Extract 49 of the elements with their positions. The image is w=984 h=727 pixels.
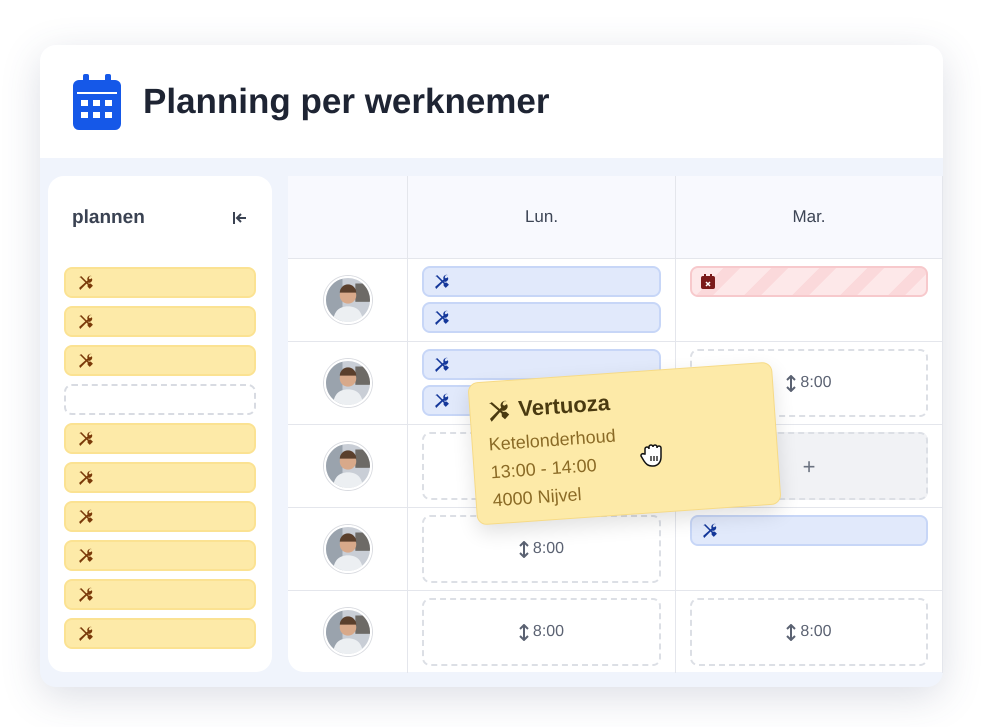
tools-icon [433,392,450,409]
column-header: Mar. [676,176,943,258]
tools-icon [433,309,450,326]
job-card-tooltip[interactable]: Vertuoza Ketelonderhoud 13:00 - 14:00 4000 Nijvel [467,362,782,526]
resize-icon [786,624,796,640]
tools-icon [701,522,718,539]
tools-icon [77,352,94,368]
job-card[interactable] [422,266,661,297]
hours-text: 8:00 [800,622,832,642]
hours-text: 8:00 [532,622,564,642]
tools-icon [77,312,94,330]
empty-slot[interactable] [64,384,256,414]
sidebar-title: plannen [72,206,145,230]
job-card[interactable] [64,266,256,298]
job-card[interactable] [64,578,256,610]
job-card[interactable] [690,515,928,546]
job-time: 13:00 - 14:00 [490,454,598,484]
tools-icon [77,546,94,564]
job-location: 4000 Nijvel [492,482,583,512]
resize-icon [518,624,529,640]
tools-icon [77,508,94,524]
job-card[interactable] [64,462,256,492]
tools-icon [433,356,450,373]
tools-icon [77,274,94,290]
hours-text: 8:00 [532,539,564,559]
hours-text: 8:00 [800,373,832,393]
job-card[interactable] [64,500,256,532]
hours-slot[interactable]: 8:00 [690,598,928,666]
tools-icon [77,624,94,642]
tools-icon [433,273,450,290]
hours-slot[interactable]: 8:00 [422,598,661,666]
job-card[interactable] [64,422,256,454]
tools-icon [77,468,94,486]
calendar-x-icon [701,274,715,289]
resize-icon [786,374,796,392]
tools-icon [77,430,94,446]
job-title: Vertuoza [517,388,611,424]
job-card[interactable] [422,349,661,380]
tools-icon [77,586,94,602]
job-card[interactable] [64,306,256,336]
job-card[interactable] [422,302,661,333]
calendar-icon [73,74,121,130]
job-service: Ketelonderhoud [488,424,617,456]
job-card[interactable] [64,540,256,570]
resize-icon [518,540,529,558]
job-card[interactable] [64,344,256,376]
page-title: Planning per werknemer [143,80,550,122]
job-card[interactable] [64,618,256,648]
column-header: Lun. [408,176,676,258]
